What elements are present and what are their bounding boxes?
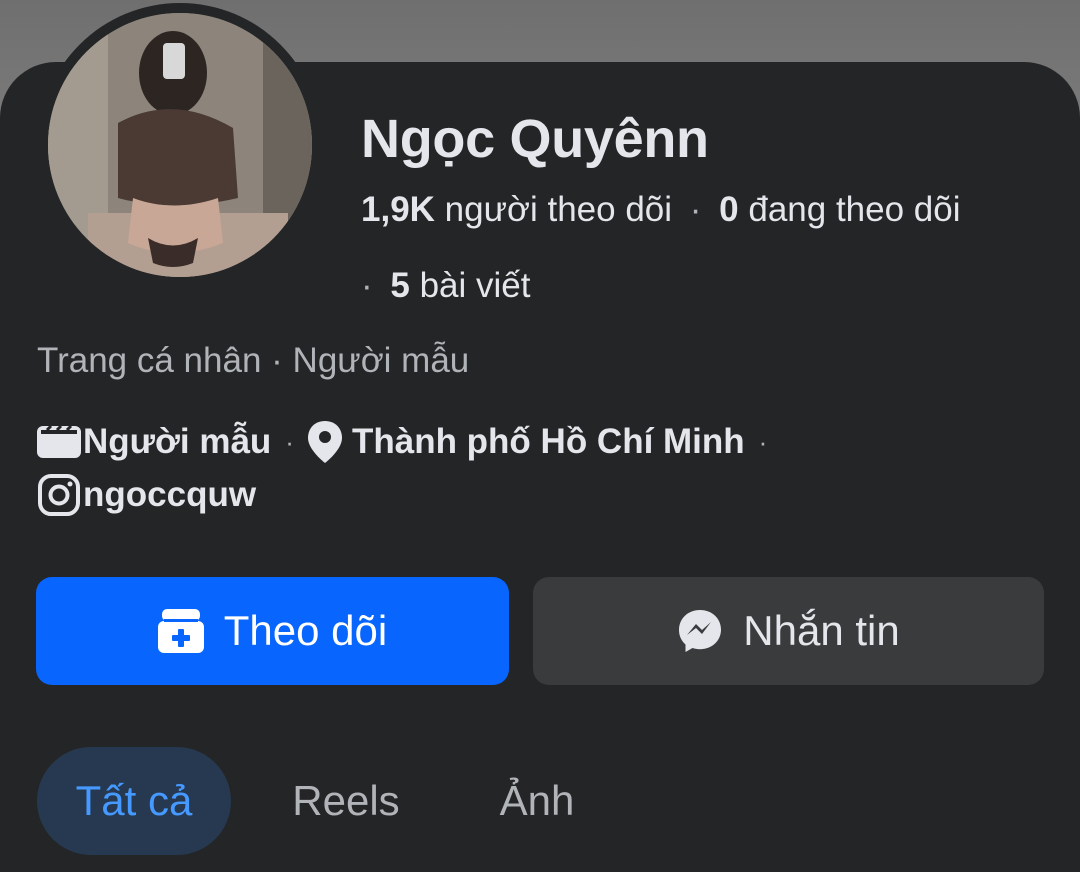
- posts-label: bài viết: [419, 266, 531, 305]
- messenger-icon: [677, 608, 723, 654]
- separator-dot: ·: [285, 426, 294, 457]
- briefcase-icon: [37, 419, 83, 465]
- page-type: Trang cá nhân: [37, 341, 262, 380]
- message-button[interactable]: Nhắn tin: [533, 577, 1044, 685]
- page-category: Trang cá nhân · Người mẫu: [37, 341, 470, 380]
- tab-photos[interactable]: Ảnh: [470, 747, 604, 855]
- separator-dot: ·: [361, 266, 373, 305]
- intro-details: Người mẫu · Thành phố Hồ Chí Minh ·: [37, 419, 779, 465]
- category-label: Người mẫu: [292, 341, 470, 380]
- followers-label[interactable]: người theo dõi: [445, 190, 672, 229]
- location-text[interactable]: Thành phố Hồ Chí Minh: [352, 422, 745, 462]
- posts-count: 5: [390, 266, 410, 305]
- location-pin-icon: [306, 419, 352, 465]
- profile-name: Ngọc Quyênn: [361, 109, 709, 169]
- following-count[interactable]: 0: [719, 190, 738, 229]
- avatar[interactable]: [48, 13, 312, 277]
- profile-screen: Ngọc Quyênn 1,9K người theo dõi · 0 đang…: [0, 0, 1080, 872]
- tab-all[interactable]: Tất cả: [37, 747, 231, 855]
- instagram-icon: [37, 472, 83, 518]
- follow-stats: 1,9K người theo dõi · 0 đang theo dõi: [361, 190, 961, 230]
- follow-button[interactable]: Theo dõi: [36, 577, 509, 685]
- instagram-link[interactable]: ngoccquw: [37, 472, 256, 518]
- follow-box-icon: [157, 609, 204, 653]
- instagram-handle[interactable]: ngoccquw: [83, 475, 256, 515]
- separator-dot: ·: [689, 190, 702, 229]
- separator-dot: ·: [758, 426, 768, 457]
- posts-stats: · 5 bài viết: [361, 266, 531, 306]
- tab-reels[interactable]: Reels: [266, 747, 426, 855]
- message-label: Nhắn tin: [743, 607, 900, 654]
- following-label[interactable]: đang theo dõi: [748, 190, 960, 229]
- occupation-text: Người mẫu: [83, 422, 272, 461]
- follow-label: Theo dõi: [223, 607, 388, 654]
- avatar-image: [48, 13, 312, 277]
- followers-count[interactable]: 1,9K: [361, 190, 435, 229]
